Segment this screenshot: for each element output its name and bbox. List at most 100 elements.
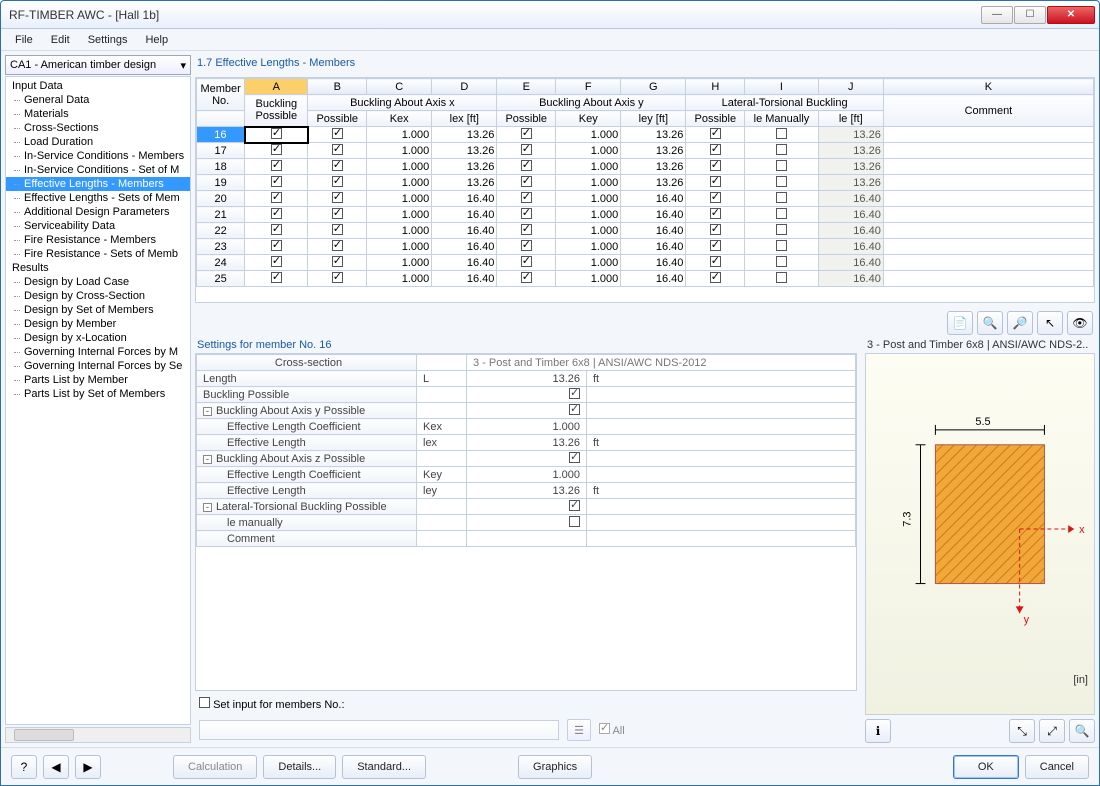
table-row[interactable]: 171.00013.261.00013.2613.26 — [197, 143, 1094, 159]
tree-item[interactable]: Governing Internal Forces by M — [6, 345, 190, 359]
graphics-button[interactable]: Graphics — [518, 755, 592, 779]
sidebar: CA1 - American timber design ▾ Input Dat… — [5, 55, 191, 743]
main-panel: 1.7 Effective Lengths - Members Member N… — [195, 55, 1095, 743]
preview-canvas: 5.5 7.3 x y [in] — [865, 353, 1095, 715]
settings-row[interactable]: LengthL13.26ft — [197, 371, 856, 387]
all-label: All — [599, 723, 625, 737]
tree-item[interactable]: Effective Lengths - Sets of Mem — [6, 191, 190, 205]
prev-icon[interactable]: ◀ — [43, 755, 69, 779]
tree-item[interactable]: In-Service Conditions - Members — [6, 149, 190, 163]
design-case-dropdown[interactable]: CA1 - American timber design ▾ — [5, 55, 191, 75]
arrow-icon[interactable]: ↖ — [1037, 311, 1063, 335]
tree-item[interactable]: Design by Cross-Section — [6, 289, 190, 303]
tree-item[interactable]: Design by Set of Members — [6, 303, 190, 317]
pick-icon[interactable]: 📄 — [947, 311, 973, 335]
panel-title: 1.7 Effective Lengths - Members — [195, 55, 1095, 73]
set-input-checkbox[interactable] — [199, 697, 210, 708]
minimize-button[interactable]: — — [981, 6, 1013, 24]
grid-toolbar: 📄 🔍 🔎 ↖ 👁 — [195, 307, 1095, 335]
table-row[interactable]: 181.00013.261.00013.2613.26 — [197, 159, 1094, 175]
tree-item[interactable]: Parts List by Member — [6, 373, 190, 387]
table-row[interactable]: 231.00016.401.00016.4016.40 — [197, 239, 1094, 255]
tree-item[interactable]: Load Duration — [6, 135, 190, 149]
table-row[interactable]: 161.00013.261.00013.2613.26 — [197, 127, 1094, 143]
tree-item[interactable]: Parts List by Set of Members — [6, 387, 190, 401]
tree-item[interactable]: Serviceability Data — [6, 219, 190, 233]
calculation-button[interactable]: Calculation — [173, 755, 257, 779]
chevron-down-icon: ▾ — [180, 59, 186, 72]
tree-item[interactable]: Materials — [6, 107, 190, 121]
titlebar: RF-TIMBER AWC - [Hall 1b] — ☐ ✕ — [1, 1, 1099, 29]
menu-help[interactable]: Help — [137, 32, 176, 48]
app-window: RF-TIMBER AWC - [Hall 1b] — ☐ ✕ File Edi… — [0, 0, 1100, 786]
menubar: File Edit Settings Help — [1, 29, 1099, 51]
dim-width: 5.5 — [975, 416, 990, 428]
preview-panel: 3 - Post and Timber 6x8 | ANSI/AWC NDS-2… — [865, 339, 1095, 743]
settings-grid[interactable]: Cross-section3 - Post and Timber 6x8 | A… — [195, 353, 857, 691]
standard-button[interactable]: Standard... — [342, 755, 426, 779]
table-row[interactable]: 241.00016.401.00016.4016.40 — [197, 255, 1094, 271]
menu-file[interactable]: File — [7, 32, 41, 48]
table-row[interactable]: 191.00013.261.00013.2613.26 — [197, 175, 1094, 191]
ok-button[interactable]: OK — [953, 755, 1019, 779]
table-row[interactable]: 201.00016.401.00016.4016.40 — [197, 191, 1094, 207]
settings-panel: Settings for member No. 16 Cross-section… — [195, 339, 857, 743]
window-title: RF-TIMBER AWC - [Hall 1b] — [9, 8, 981, 22]
settings-row[interactable]: -Buckling About Axis z Possible — [197, 451, 856, 467]
table-row[interactable]: 251.00016.401.00016.4016.40 — [197, 271, 1094, 287]
next-icon[interactable]: ▶ — [75, 755, 101, 779]
scroll-thumb[interactable] — [14, 729, 74, 741]
svg-text:x: x — [1079, 524, 1085, 536]
tree-item[interactable]: Design by Load Case — [6, 275, 190, 289]
settings-row[interactable]: -Buckling About Axis y Possible — [197, 403, 856, 419]
settings-row[interactable]: Effective Length CoefficientKex1.000 — [197, 419, 856, 435]
menu-settings[interactable]: Settings — [80, 32, 136, 48]
table-row[interactable]: 211.00016.401.00016.4016.40 — [197, 207, 1094, 223]
axis2-icon[interactable]: ⤢ — [1039, 719, 1065, 743]
tree-item[interactable]: Fire Resistance - Members — [6, 233, 190, 247]
tree-item[interactable]: Design by x-Location — [6, 331, 190, 345]
tree-item[interactable]: Fire Resistance - Sets of Memb — [6, 247, 190, 261]
settings-row[interactable]: le manually — [197, 515, 856, 531]
set-input-field[interactable] — [199, 720, 559, 740]
zoom-icon[interactable]: 🔍 — [1069, 719, 1095, 743]
tree-item[interactable]: Governing Internal Forces by Se — [6, 359, 190, 373]
settings-row[interactable]: Effective Length CoefficientKey1.000 — [197, 467, 856, 483]
help-icon[interactable]: ? — [11, 755, 37, 779]
tree-item[interactable]: In-Service Conditions - Set of M — [6, 163, 190, 177]
settings-row[interactable]: Effective Lengthlex13.26ft — [197, 435, 856, 451]
settings-row[interactable]: -Lateral-Torsional Buckling Possible — [197, 499, 856, 515]
table-row[interactable]: 221.00016.401.00016.4016.40 — [197, 223, 1094, 239]
tree-item[interactable]: Effective Lengths - Members — [6, 177, 190, 191]
footer: ? ◀ ▶ Calculation Details... Standard...… — [1, 747, 1099, 785]
preview-unit: [in] — [1073, 674, 1088, 686]
preview-title: 3 - Post and Timber 6x8 | ANSI/AWC NDS-2… — [865, 339, 1095, 353]
tree-item[interactable]: General Data — [6, 93, 190, 107]
sidebar-hscroll[interactable] — [5, 727, 191, 743]
members-grid[interactable]: Member No.ABCDEFGHIJKBuckling PossibleBu… — [195, 77, 1095, 303]
details-button[interactable]: Details... — [263, 755, 336, 779]
dim-height: 7.3 — [902, 512, 914, 527]
settings-title: Settings for member No. 16 — [195, 339, 857, 353]
nav-tree[interactable]: Input DataGeneral DataMaterialsCross-Sec… — [5, 76, 191, 725]
menu-edit[interactable]: Edit — [43, 32, 78, 48]
tree-item[interactable]: Cross-Sections — [6, 121, 190, 135]
tree-item[interactable]: Design by Member — [6, 317, 190, 331]
cancel-button[interactable]: Cancel — [1025, 755, 1089, 779]
settings-row[interactable]: Buckling Possible — [197, 387, 856, 403]
tree-item[interactable]: Additional Design Parameters — [6, 205, 190, 219]
svg-text:y: y — [1024, 614, 1030, 626]
filter-icon[interactable]: 🔍 — [977, 311, 1003, 335]
select-icon[interactable]: 🔎 — [1007, 311, 1033, 335]
eye-icon[interactable]: 👁 — [1067, 311, 1093, 335]
settings-row[interactable]: Effective Lengthley13.26ft — [197, 483, 856, 499]
maximize-button[interactable]: ☐ — [1014, 6, 1046, 24]
pick-members-button[interactable]: ☰ — [567, 719, 591, 741]
close-button[interactable]: ✕ — [1047, 6, 1095, 24]
settings-row[interactable]: Comment — [197, 531, 856, 547]
dropdown-value: CA1 - American timber design — [10, 59, 156, 71]
set-input-label: Set input for members No.: — [199, 697, 345, 711]
axis1-icon[interactable]: ⤡ — [1009, 719, 1035, 743]
info-icon[interactable]: ℹ — [865, 719, 891, 743]
all-checkbox[interactable] — [599, 723, 610, 734]
